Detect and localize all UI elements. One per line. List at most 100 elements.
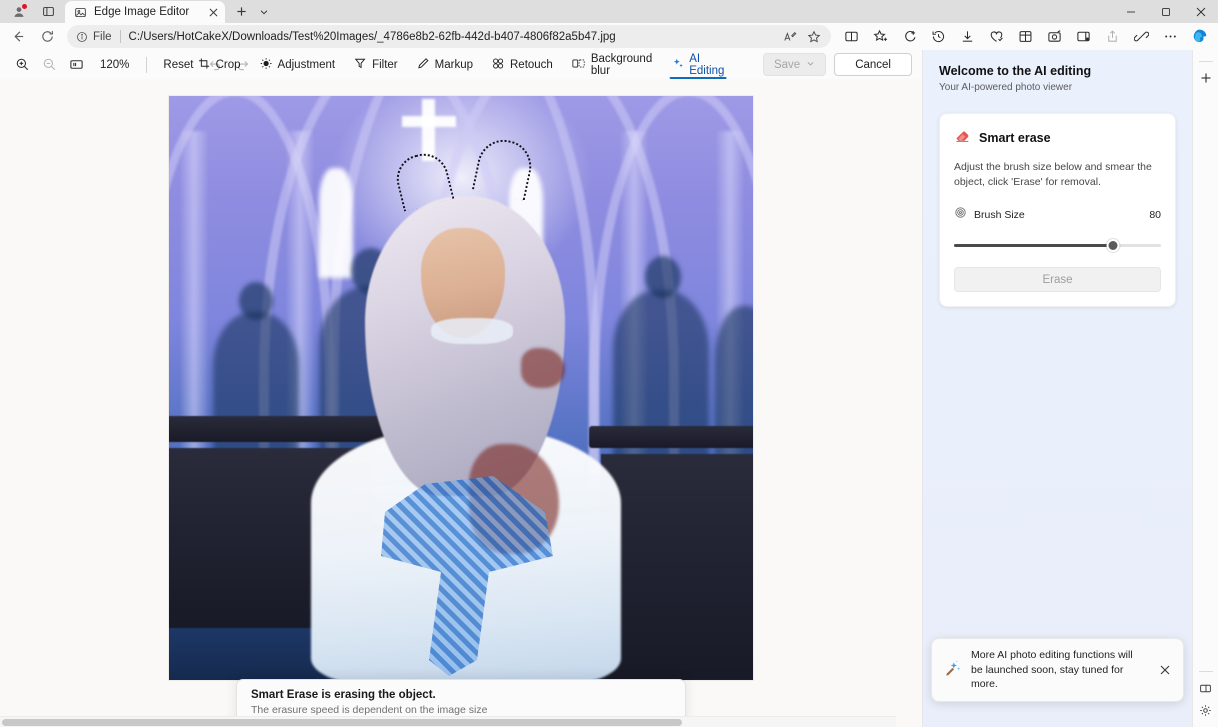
star-icon[interactable] (803, 27, 825, 47)
tab-background-blur[interactable]: Background blur (564, 52, 660, 77)
tab-retouch-label: Retouch (510, 58, 553, 71)
tab-ai-editing[interactable]: AI Editing (663, 52, 732, 79)
tab-adjustment-label: Adjustment (277, 58, 336, 71)
zoom-in-icon[interactable] (10, 54, 35, 76)
photo-pew (169, 416, 393, 442)
tab-retouch[interactable]: Retouch (484, 52, 561, 77)
url-text: C:/Users/HotCakeX/Downloads/Test%20Image… (128, 30, 616, 43)
photo-window (319, 168, 353, 278)
filter-icon (354, 57, 367, 73)
share-icon[interactable] (1098, 25, 1127, 49)
page-content: 120% Reset Crop Adjustment Filter Markup… (0, 50, 1218, 727)
smart-erase-description: Adjust the brush size below and smear th… (954, 161, 1152, 189)
refresh-icon[interactable] (33, 25, 61, 49)
horizontal-scrollbar[interactable] (0, 716, 896, 727)
toast-title: Smart Erase is erasing the object. (251, 689, 436, 701)
editor-tool-tabs: Crop Adjustment Filter Markup Retouch Ba… (190, 50, 733, 79)
settings-more-icon[interactable] (1156, 25, 1185, 49)
info-circle-icon[interactable] (76, 31, 88, 43)
image-canvas-area[interactable]: Smart Erase is erasing the object. The e… (0, 79, 922, 727)
slider-thumb[interactable] (1106, 239, 1120, 253)
sparkle-burst-icon (943, 658, 962, 682)
close-button[interactable] (1183, 0, 1218, 23)
split-screen-icon[interactable] (837, 25, 866, 49)
titlebar-left-controls (0, 0, 61, 23)
chevron-down-icon[interactable] (253, 2, 275, 22)
rail-divider (1198, 671, 1213, 672)
smart-erase-header: Smart erase (954, 127, 1161, 149)
collections-icon[interactable] (895, 25, 924, 49)
photo-blood (521, 348, 565, 388)
photo-cross (402, 116, 456, 127)
browser-tab[interactable]: Edge Image Editor (65, 1, 225, 23)
smart-erase-card: Smart erase Adjust the brush size below … (939, 113, 1176, 308)
fit-to-screen-icon[interactable] (64, 54, 89, 76)
crop-icon (198, 57, 211, 73)
tab-markup[interactable]: Markup (409, 52, 481, 77)
profile-avatar-icon[interactable] (6, 2, 32, 22)
workspaces-icon[interactable] (35, 2, 61, 22)
close-icon[interactable] (1155, 660, 1175, 680)
browser-essentials-icon[interactable] (982, 25, 1011, 49)
minimize-button[interactable] (1113, 0, 1148, 23)
tab-ai-editing-label: AI Editing (689, 52, 725, 77)
edge-sidebar-rail (1192, 50, 1218, 727)
tab-crop-label: Crop (215, 58, 241, 71)
edge-browser-window: Edge Image Editor File C:/Users/HotCakeX… (0, 0, 1218, 727)
maximize-button[interactable] (1148, 0, 1183, 23)
brush-size-label: Brush Size (974, 209, 1025, 222)
brightness-icon (260, 57, 273, 73)
sidebar-icon[interactable] (1069, 25, 1098, 49)
save-button[interactable]: Save (762, 53, 827, 76)
slider-fill (954, 244, 1114, 248)
brush-size-value: 80 (1149, 209, 1161, 222)
split-pane-icon[interactable] (1195, 677, 1217, 699)
cancel-button[interactable]: Cancel (834, 53, 912, 76)
pen-icon (417, 57, 430, 73)
photo-necklace (431, 318, 513, 344)
brush-size-row: Brush Size 80 (954, 206, 1161, 224)
edited-photo[interactable] (169, 96, 753, 680)
omnibox-actions (779, 27, 825, 47)
toolbar-divider (146, 56, 148, 73)
tab-filter[interactable]: Filter (346, 52, 406, 77)
copilot-link-icon[interactable] (1127, 25, 1156, 49)
omnibox-divider (119, 30, 121, 43)
image-editor-page: 120% Reset Crop Adjustment Filter Markup… (0, 50, 922, 727)
history-icon[interactable] (924, 25, 953, 49)
ai-announcement-text: More AI photo editing functions will be … (971, 648, 1133, 691)
brush-size-slider[interactable] (954, 238, 1161, 254)
erase-button[interactable]: Erase (954, 267, 1161, 293)
browser-toolbelt (837, 25, 1214, 49)
rail-divider (1198, 61, 1213, 62)
copilot-icon[interactable] (1185, 25, 1214, 49)
background-blur-icon (572, 57, 586, 73)
back-arrow-icon[interactable] (4, 25, 32, 49)
photo-pew (589, 426, 753, 448)
plus-icon[interactable] (1195, 67, 1217, 89)
ai-panel-title: Welcome to the AI editing (939, 64, 1092, 78)
profile-notification-badge (22, 3, 27, 9)
editor-actions: Save Cancel (762, 53, 912, 76)
brush-size-icon (954, 206, 967, 224)
screenshot-icon[interactable] (1040, 25, 1069, 49)
new-tab-button[interactable] (230, 2, 252, 22)
toast-subtitle: The erasure speed is dependent on the im… (251, 704, 488, 716)
save-button-label: Save (773, 58, 801, 71)
tab-actions (225, 0, 275, 23)
gear-icon[interactable] (1195, 699, 1217, 721)
zoom-level-label: 120% (100, 58, 130, 71)
tab-crop[interactable]: Crop (190, 52, 249, 77)
extensions-grid-icon[interactable] (1011, 25, 1040, 49)
favorites-icon[interactable] (866, 25, 895, 49)
tab-close-icon[interactable] (206, 5, 221, 20)
ai-announcement-toast: More AI photo editing functions will be … (931, 637, 1184, 702)
zoom-out-icon[interactable] (37, 54, 62, 76)
address-bar[interactable]: File C:/Users/HotCakeX/Downloads/Test%20… (67, 25, 831, 48)
scrollbar-thumb[interactable] (2, 719, 682, 726)
downloads-icon[interactable] (953, 25, 982, 49)
tab-adjustment[interactable]: Adjustment (252, 52, 344, 77)
read-aloud-icon[interactable] (779, 27, 801, 47)
eraser-icon (954, 127, 971, 149)
tab-filter-label: Filter (372, 58, 398, 71)
